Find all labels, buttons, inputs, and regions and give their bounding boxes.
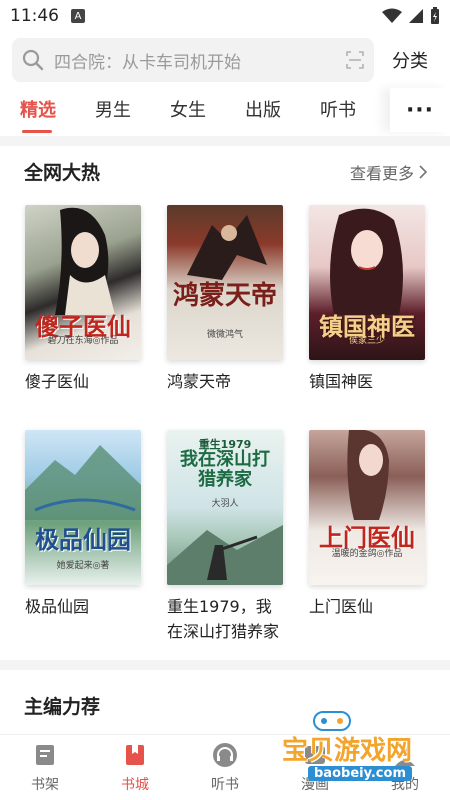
cover-title: 极品仙园 [35,526,131,554]
cover-author: 侯家三少 [348,336,385,346]
cover-author: 她爱起来◎著 [56,561,110,571]
nav-label: 书城 [121,776,149,793]
cover-author: 大羽人 [211,499,239,509]
search-icon [22,49,44,71]
tab-publish[interactable]: 出版 [245,96,281,122]
cover-author: 微微鸿气 [206,330,243,340]
cover-title: 鸿蒙天帝 [172,281,277,311]
book-title: 上门医仙 [309,597,374,616]
notification-icon: A [71,9,85,23]
nav-bookshelf[interactable]: 书架 [0,735,90,800]
book-cover: 傻子医仙 碧刀在东海◎作品 [25,205,141,360]
nav-audiobook[interactable]: 听书 [180,735,270,800]
scan-icon[interactable] [346,51,364,69]
book-cover: 鸿蒙天帝 微微鸿气 [167,205,283,360]
cover-art [55,207,115,315]
tab-audiobook[interactable]: 听书 [320,96,356,122]
book-card[interactable]: 鸿蒙天帝 微微鸿气 鸿蒙天帝 [167,205,283,395]
book-cover: 上门医仙 温暖的金鸽◎作品 [309,430,425,585]
cover-author: 碧刀在东海◎作品 [47,336,119,346]
channel-tabs: 精选 男生 女生 出版 听书 [0,88,450,132]
status-bar: 11:46 A [0,0,450,32]
book-cover: 极品仙园 她爱起来◎著 [25,430,141,585]
book-title: 极品仙园 [25,597,90,616]
cover-art [25,445,141,520]
watermark-text: 宝贝游戏网 [282,736,413,766]
cover-author: 温暖的金鸽◎作品 [331,549,403,559]
section-divider [0,660,450,670]
book-title: 鸿蒙天帝 [167,372,232,391]
battery-icon [431,7,439,24]
wifi-icon [382,8,402,23]
nav-bookstore[interactable]: 书城 [90,735,180,800]
nav-label: 听书 [211,776,239,793]
hot-section-title: 全网大热 [24,162,101,184]
search-input[interactable]: 四合院：从卡车司机开始 [12,38,374,82]
editor-section-title: 主编力荐 [24,696,101,718]
nav-label: 书架 [31,776,59,793]
book-title: 重生1979，我在深山打猎养家 [167,597,280,641]
cover-art [187,215,267,280]
more-tabs-button[interactable]: ··· [390,88,450,132]
headphones-icon [213,742,237,767]
tab-featured[interactable]: 精选 [20,96,56,122]
section-divider [0,136,450,146]
book-title: 镇国神医 [309,372,374,391]
bookshelf-icon [36,744,54,765]
bookstore-icon [126,744,144,765]
see-more-label: 查看更多 [349,164,414,183]
book-card[interactable]: 傻子医仙 碧刀在东海◎作品 傻子医仙 [25,205,141,395]
category-button[interactable]: 分类 [392,47,428,73]
cover-art [347,430,389,520]
book-cover: 镇国神医 侯家三少 [309,205,425,360]
status-time: 11:46 [10,6,59,26]
chevron-right-icon [419,165,428,179]
book-card[interactable]: 重生1979 我在深山打猎养家 大羽人 重生1979，我在深山打猎养家 [167,430,283,645]
search-row: 四合院：从卡车司机开始 分类 [12,38,442,82]
watermark-logo: 宝贝游戏网 baobeiy.com [272,708,422,784]
book-card[interactable]: 极品仙园 她爱起来◎著 极品仙园 [25,430,141,620]
tab-male[interactable]: 男生 [95,96,131,122]
cover-title: 我在深山打猎养家 [180,449,270,490]
search-placeholder: 四合院：从卡车司机开始 [54,52,241,73]
book-title: 傻子医仙 [25,372,90,391]
status-icons [382,7,440,25]
watermark-url: baobeiy.com [308,766,412,781]
signal-icon [409,9,423,23]
book-card[interactable]: 镇国神医 侯家三少 镇国神医 [309,205,425,395]
see-more-link[interactable]: 查看更多 [350,160,428,184]
book-cover: 重生1979 我在深山打猎养家 大羽人 [167,430,283,585]
cover-art [167,525,283,585]
tab-female[interactable]: 女生 [170,96,206,122]
book-card[interactable]: 上门医仙 温暖的金鸽◎作品 上门医仙 [309,430,425,620]
cover-art [330,208,403,315]
more-icon: ··· [405,97,435,123]
active-tab-indicator [22,130,52,133]
